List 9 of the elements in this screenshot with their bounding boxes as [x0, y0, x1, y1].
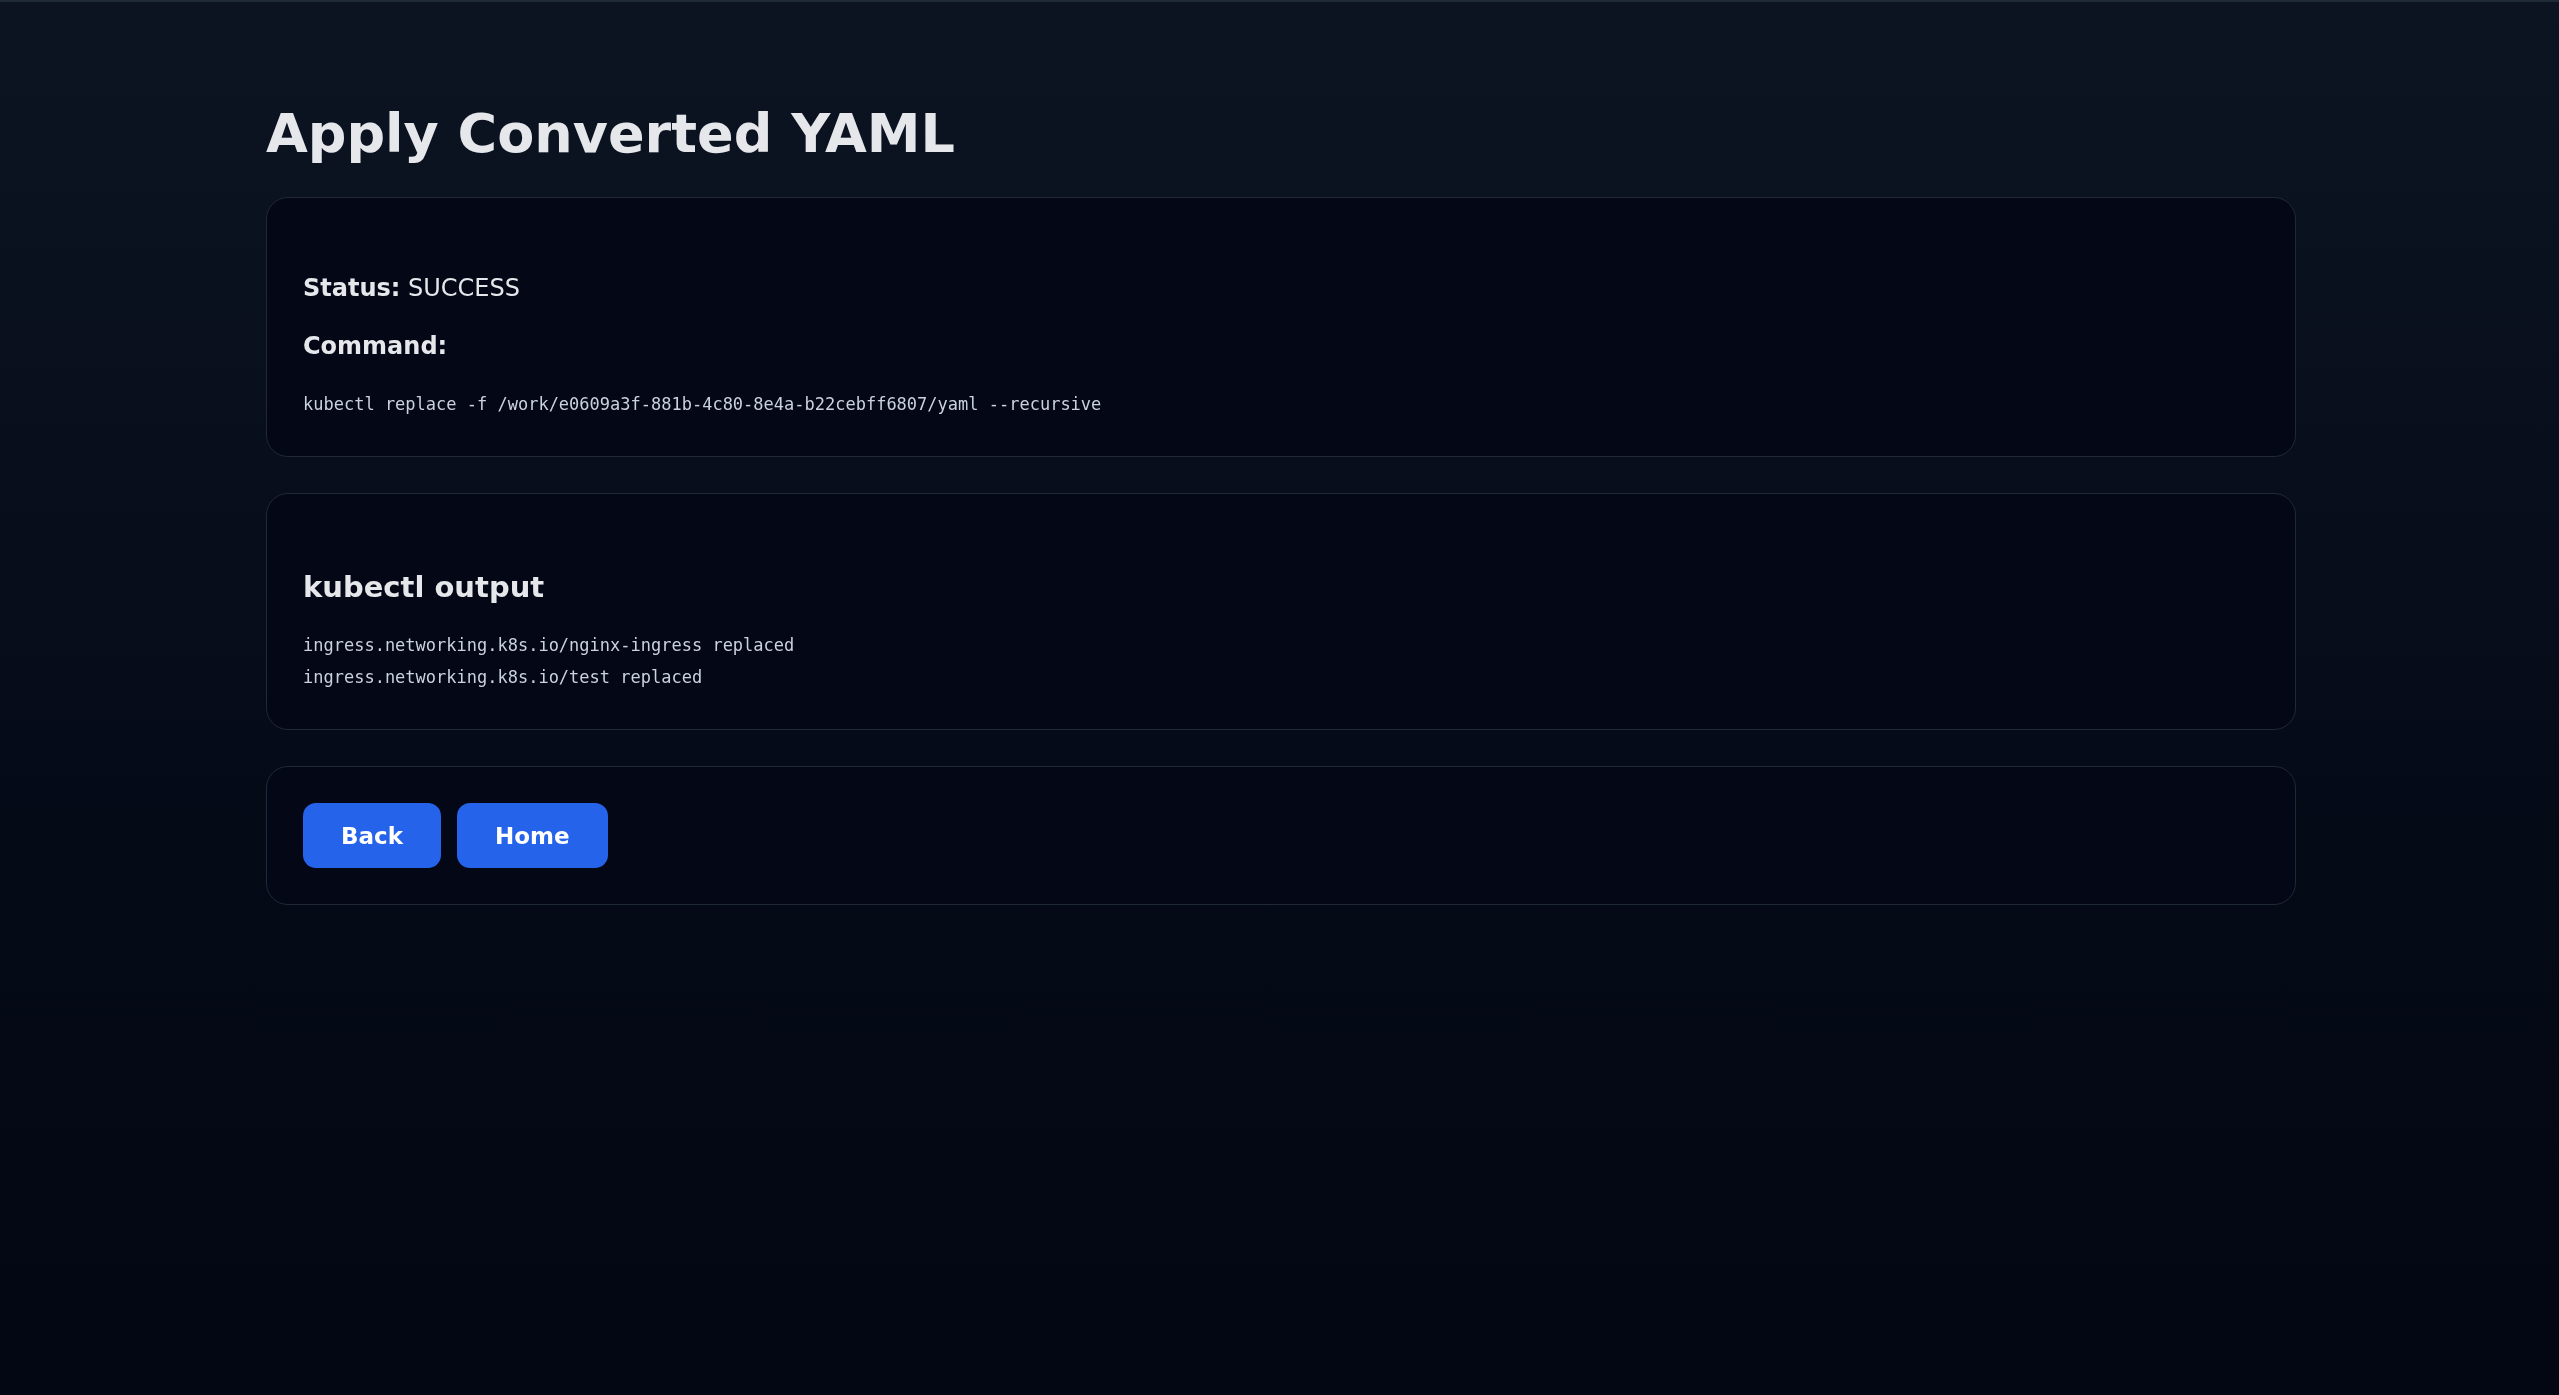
- command-label: Command:: [303, 330, 449, 362]
- status-text: Status: SUCCESS: [303, 272, 521, 304]
- page-title: Apply Converted YAML: [266, 102, 956, 167]
- back-button[interactable]: Back: [303, 803, 441, 869]
- command-text: kubectl replace -f /work/e0609a3f-881b-4c80-8e4a-b22cebff6807/yaml --recursive: [303, 392, 1103, 416]
- output-line: ingress.networking.k8s.io/nginx-ingress replaced: [303, 634, 796, 658]
- output-heading: kubectl output: [303, 568, 546, 606]
- home-button[interactable]: Home: [457, 803, 608, 869]
- output-line: ingress.networking.k8s.io/test replaced: [303, 666, 704, 690]
